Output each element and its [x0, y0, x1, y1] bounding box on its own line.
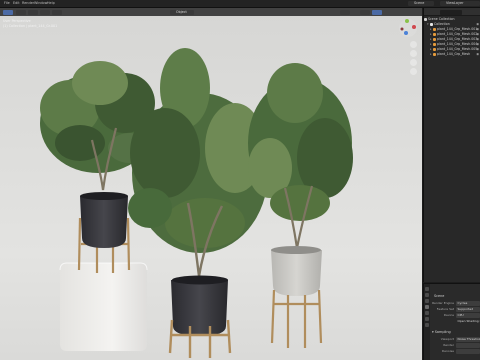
pot-right — [271, 246, 322, 296]
3d-viewport[interactable]: Object User Perspective (1) Collection |… — [0, 8, 422, 360]
mesh-icon — [433, 27, 436, 31]
outliner-root-label: Scene Collection — [428, 17, 455, 21]
object-tab-icon[interactable] — [425, 317, 429, 321]
scene-tab-icon[interactable] — [425, 305, 429, 309]
collection-icon — [424, 17, 427, 21]
menu-help[interactable]: Help — [46, 1, 56, 6]
scene-selector[interactable]: Scene — [408, 1, 434, 6]
pan-icon[interactable] — [410, 50, 417, 57]
interaction-mode-selector[interactable]: Object — [170, 9, 194, 15]
menu-edit[interactable]: Edit — [12, 1, 21, 6]
prop-label: Render Engine — [432, 301, 454, 305]
shading-solid-button[interactable] — [360, 9, 370, 15]
overlays-button[interactable] — [340, 9, 350, 15]
outliner-header — [424, 8, 480, 16]
pot-middle — [171, 275, 228, 336]
output-tab-icon[interactable] — [425, 299, 429, 303]
view-menu-button[interactable] — [16, 9, 26, 15]
navigation-gizmo[interactable] — [398, 18, 418, 38]
mesh-icon — [433, 52, 436, 56]
render-engine-dropdown[interactable]: Cycles — [456, 301, 480, 306]
mesh-icon — [433, 42, 436, 46]
world-tab-icon[interactable] — [425, 311, 429, 315]
prop-label: Feature Set — [436, 307, 454, 311]
prop-denoise[interactable]: Denoise — [432, 349, 480, 354]
outliner-item-label: plant_144_Grp_Mesh.005 — [437, 47, 478, 51]
prop-osl[interactable]: Open Shading Language — [432, 319, 480, 324]
prop-render[interactable]: Render — [432, 343, 480, 348]
view-name-label: User Perspective — [3, 19, 31, 23]
outliner-item[interactable]: ▸ plant_144_Grp_Mesh ◉ — [424, 52, 480, 57]
add-menu-button[interactable] — [40, 9, 50, 15]
shading-rendered-button[interactable] — [372, 9, 382, 15]
prop-feature-set[interactable]: Feature Set Supported — [432, 307, 480, 312]
active-object-label: (1) Collection | plant_144_Gr.001 — [3, 24, 58, 28]
select-menu-button[interactable] — [28, 9, 38, 15]
properties-panel: Scene Render Engine Cycles Feature Set S… — [423, 283, 480, 360]
properties-title: Scene — [434, 294, 445, 298]
view-layer-selector[interactable]: ViewLayer — [440, 1, 480, 6]
mesh-icon — [433, 32, 436, 36]
properties-tab-bar — [424, 284, 430, 360]
viewport-header: Object — [0, 8, 422, 16]
prop-label: Device — [443, 313, 454, 317]
render-tab-icon[interactable] — [425, 293, 429, 297]
render-samples-field[interactable] — [456, 343, 480, 348]
outliner-search-input[interactable] — [440, 9, 462, 15]
scene-render — [0, 8, 422, 360]
camera-view-icon[interactable] — [410, 59, 417, 66]
device-dropdown[interactable]: CPU — [456, 313, 480, 318]
sampling-label: Sampling — [434, 330, 451, 334]
outliner-collection-label: Collection — [434, 22, 450, 26]
zoom-icon[interactable] — [410, 41, 417, 48]
perspective-toggle-icon[interactable] — [410, 68, 417, 75]
modifier-tab-icon[interactable] — [425, 323, 429, 327]
pot-left — [80, 192, 128, 248]
prop-label: Render — [443, 343, 454, 347]
editor-type-button[interactable] — [3, 9, 13, 15]
visibility-icon[interactable]: ◉ — [476, 52, 479, 57]
feature-set-dropdown[interactable]: Supported — [456, 307, 480, 312]
menu-file[interactable]: File — [3, 1, 11, 6]
collection-icon — [430, 22, 433, 26]
sampling-section-header[interactable]: ▾ Sampling — [432, 330, 451, 334]
prop-label: Denoise — [441, 349, 454, 353]
osl-checkbox[interactable]: Open Shading Language — [456, 319, 480, 324]
outliner-item-label: plant_144_Grp_Mesh.002 — [437, 32, 478, 36]
outliner-item-label: plant_144_Grp_Mesh.003 — [437, 37, 478, 41]
prop-viewport[interactable]: Viewport Noise Threshold — [432, 337, 480, 342]
denoise-field[interactable] — [456, 349, 480, 354]
prop-device[interactable]: Device CPU — [432, 313, 480, 318]
outliner-item-label: plant_144_Grp_Mesh.004 — [437, 42, 478, 46]
outliner-item-label: plant_144_Grp_Mesh.001 — [437, 27, 478, 31]
prop-render-engine[interactable]: Render Engine Cycles — [432, 301, 480, 306]
mesh-icon — [433, 37, 436, 41]
tool-tab-icon[interactable] — [425, 287, 429, 291]
top-bar: File Edit Render Window Help Scene ViewL… — [0, 0, 480, 8]
plinth-block — [59, 262, 148, 351]
prop-label: Viewport — [440, 337, 454, 341]
outliner-panel: Scene Collection ▾ Collection ◉ ▸ plant_14… — [423, 8, 480, 282]
mesh-icon — [433, 47, 436, 51]
object-menu-button[interactable] — [52, 9, 62, 15]
outliner-item-label: plant_144_Grp_Mesh — [437, 52, 471, 56]
noise-threshold-field[interactable]: Noise Threshold — [456, 337, 480, 342]
